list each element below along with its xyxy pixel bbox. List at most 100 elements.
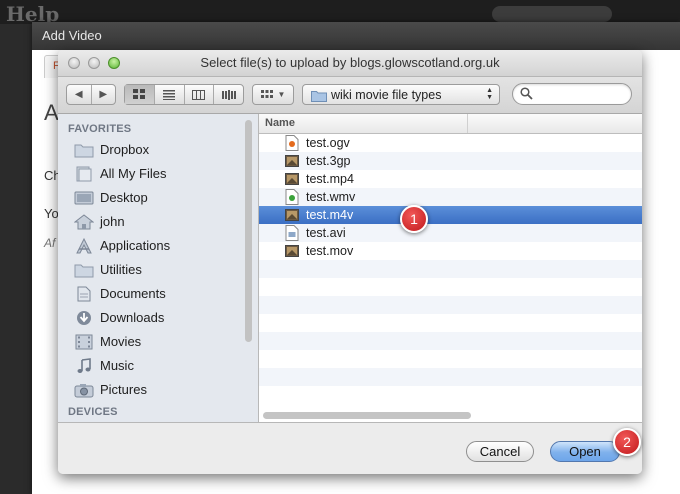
empty-row — [259, 368, 642, 386]
open-button[interactable]: Open — [550, 441, 620, 462]
location-popup[interactable]: wiki movie file types ▲ ▼ — [302, 84, 500, 105]
desktop-icon — [74, 191, 94, 205]
file-name: test.ogv — [306, 136, 350, 150]
folder-icon — [74, 144, 94, 158]
chevron-down-icon: ▼ — [277, 90, 286, 99]
step-callout-1: 1 — [400, 205, 428, 233]
empty-row — [259, 386, 642, 404]
dialog-title: Select file(s) to upload by blogs.glowsc… — [200, 55, 500, 70]
add-video-heading: A — [44, 100, 59, 125]
coverflow-view-button[interactable] — [214, 85, 243, 104]
sidebar-item-dropbox[interactable]: Dropbox — [74, 139, 244, 161]
file-name: test.wmv — [306, 190, 356, 204]
column-separator — [467, 114, 468, 133]
movies-icon — [75, 334, 93, 350]
view-mode-control — [124, 84, 244, 105]
list-view-button[interactable] — [155, 85, 185, 104]
file-name: test.m4v — [306, 208, 354, 222]
sidebar-item-pictures[interactable]: Pictures — [74, 379, 244, 401]
add-video-line: Af — [44, 236, 56, 250]
dialog-toolbar: ◀ ▶ ▼ wiki movie file types ▲ ▼ — [58, 77, 642, 114]
background-search-pill — [492, 6, 612, 22]
nav-back-forward: ◀ ▶ — [66, 84, 116, 105]
sidebar-scroll-thumb[interactable] — [245, 120, 252, 342]
back-button[interactable]: ◀ — [67, 85, 92, 104]
sidebar-item-documents[interactable]: Documents — [74, 283, 244, 305]
chevron-right-icon: ▶ — [99, 89, 108, 100]
empty-row — [259, 278, 642, 296]
sidebar-item-label: Dropbox — [100, 142, 150, 157]
file-open-dialog: Select file(s) to upload by blogs.glowsc… — [58, 50, 642, 474]
horizontal-scrollbar[interactable] — [261, 410, 640, 421]
wmv-file-icon — [285, 189, 299, 205]
folder-icon — [74, 264, 94, 278]
file-list: Name test.ogv test.3gp test.mp4 test.wmv… — [259, 114, 642, 422]
file-name: test.avi — [306, 226, 346, 240]
horizontal-scroll-thumb[interactable] — [263, 412, 471, 419]
video-thumb-icon — [285, 173, 299, 185]
dialog-titlebar: Select file(s) to upload by blogs.glowsc… — [58, 50, 642, 77]
empty-row — [259, 332, 642, 350]
file-row[interactable]: test.mov — [259, 242, 642, 260]
arrange-menu-button[interactable]: ▼ — [252, 84, 294, 105]
sidebar-item-label: john — [100, 214, 125, 229]
sidebar-item-utilities[interactable]: Utilities — [74, 259, 244, 281]
empty-row — [259, 296, 642, 314]
column-header-label: Name — [265, 117, 295, 129]
file-row[interactable]: test.avi — [259, 224, 642, 242]
column-view-button[interactable] — [185, 85, 215, 104]
sidebar: FAVORITES Dropbox All My Files Desktop j… — [58, 114, 259, 422]
sidebar-item-label: Pictures — [100, 382, 147, 397]
sidebar-item-desktop[interactable]: Desktop — [74, 187, 244, 209]
file-row[interactable]: test.ogv — [259, 134, 642, 152]
forward-button[interactable]: ▶ — [92, 85, 116, 104]
arrange-grid-icon — [260, 89, 273, 98]
location-popup-label: wiki movie file types — [331, 88, 442, 102]
updown-arrows-icon: ▲ ▼ — [486, 87, 493, 101]
sidebar-item-all-my-files[interactable]: All My Files — [74, 163, 244, 185]
sidebar-item-label: Desktop — [100, 190, 148, 205]
sidebar-item-label: Downloads — [100, 310, 165, 325]
sidebar-item-movies[interactable]: Movies — [74, 331, 244, 353]
sidebar-item-label: All My Files — [100, 166, 167, 181]
sidebar-scrollbar[interactable] — [244, 118, 254, 418]
file-row-selected[interactable]: test.m4v — [259, 206, 642, 224]
background-topbar: Help — [0, 0, 680, 26]
sidebar-item-label: Utilities — [100, 262, 142, 277]
sidebar-heading-favorites: FAVORITES — [68, 123, 132, 135]
empty-row — [259, 314, 642, 332]
downloads-icon — [77, 311, 91, 325]
column-header-name[interactable]: Name — [259, 114, 642, 134]
home-icon — [74, 214, 94, 230]
background-screen: Help Add Video F A Ch Yo Af Select file(… — [0, 0, 680, 494]
sidebar-item-music[interactable]: Music — [74, 355, 244, 377]
avi-file-icon — [285, 225, 299, 241]
coverflow-view-icon — [221, 89, 236, 100]
add-video-line: Yo — [44, 206, 59, 221]
sidebar-item-john[interactable]: john — [74, 211, 244, 233]
folder-icon — [311, 91, 327, 102]
step-callout-2: 2 — [613, 428, 641, 456]
video-thumb-icon — [285, 209, 299, 221]
file-row[interactable]: test.3gp — [259, 152, 642, 170]
search-field[interactable] — [512, 83, 632, 105]
video-thumb-icon — [285, 245, 299, 257]
icon-view-icon — [133, 89, 146, 99]
column-view-icon — [192, 89, 206, 100]
file-name: test.mov — [306, 244, 354, 258]
sidebar-item-downloads[interactable]: Downloads — [74, 307, 244, 329]
sidebar-item-label: Movies — [100, 334, 142, 349]
icon-view-button[interactable] — [125, 85, 155, 104]
sidebar-item-applications[interactable]: Applications — [74, 235, 244, 257]
sidebar-heading-devices: DEVICES — [68, 406, 118, 418]
empty-row — [259, 260, 642, 278]
cancel-button[interactable]: Cancel — [466, 441, 534, 462]
dialog-button-bar: Cancel Open — [58, 422, 642, 474]
sidebar-item-label: Music — [100, 358, 134, 373]
file-row[interactable]: test.wmv — [259, 188, 642, 206]
music-icon — [77, 358, 91, 373]
file-row[interactable]: test.mp4 — [259, 170, 642, 188]
all-files-icon — [76, 166, 92, 182]
empty-row — [259, 350, 642, 368]
chevron-left-icon: ◀ — [74, 89, 83, 100]
